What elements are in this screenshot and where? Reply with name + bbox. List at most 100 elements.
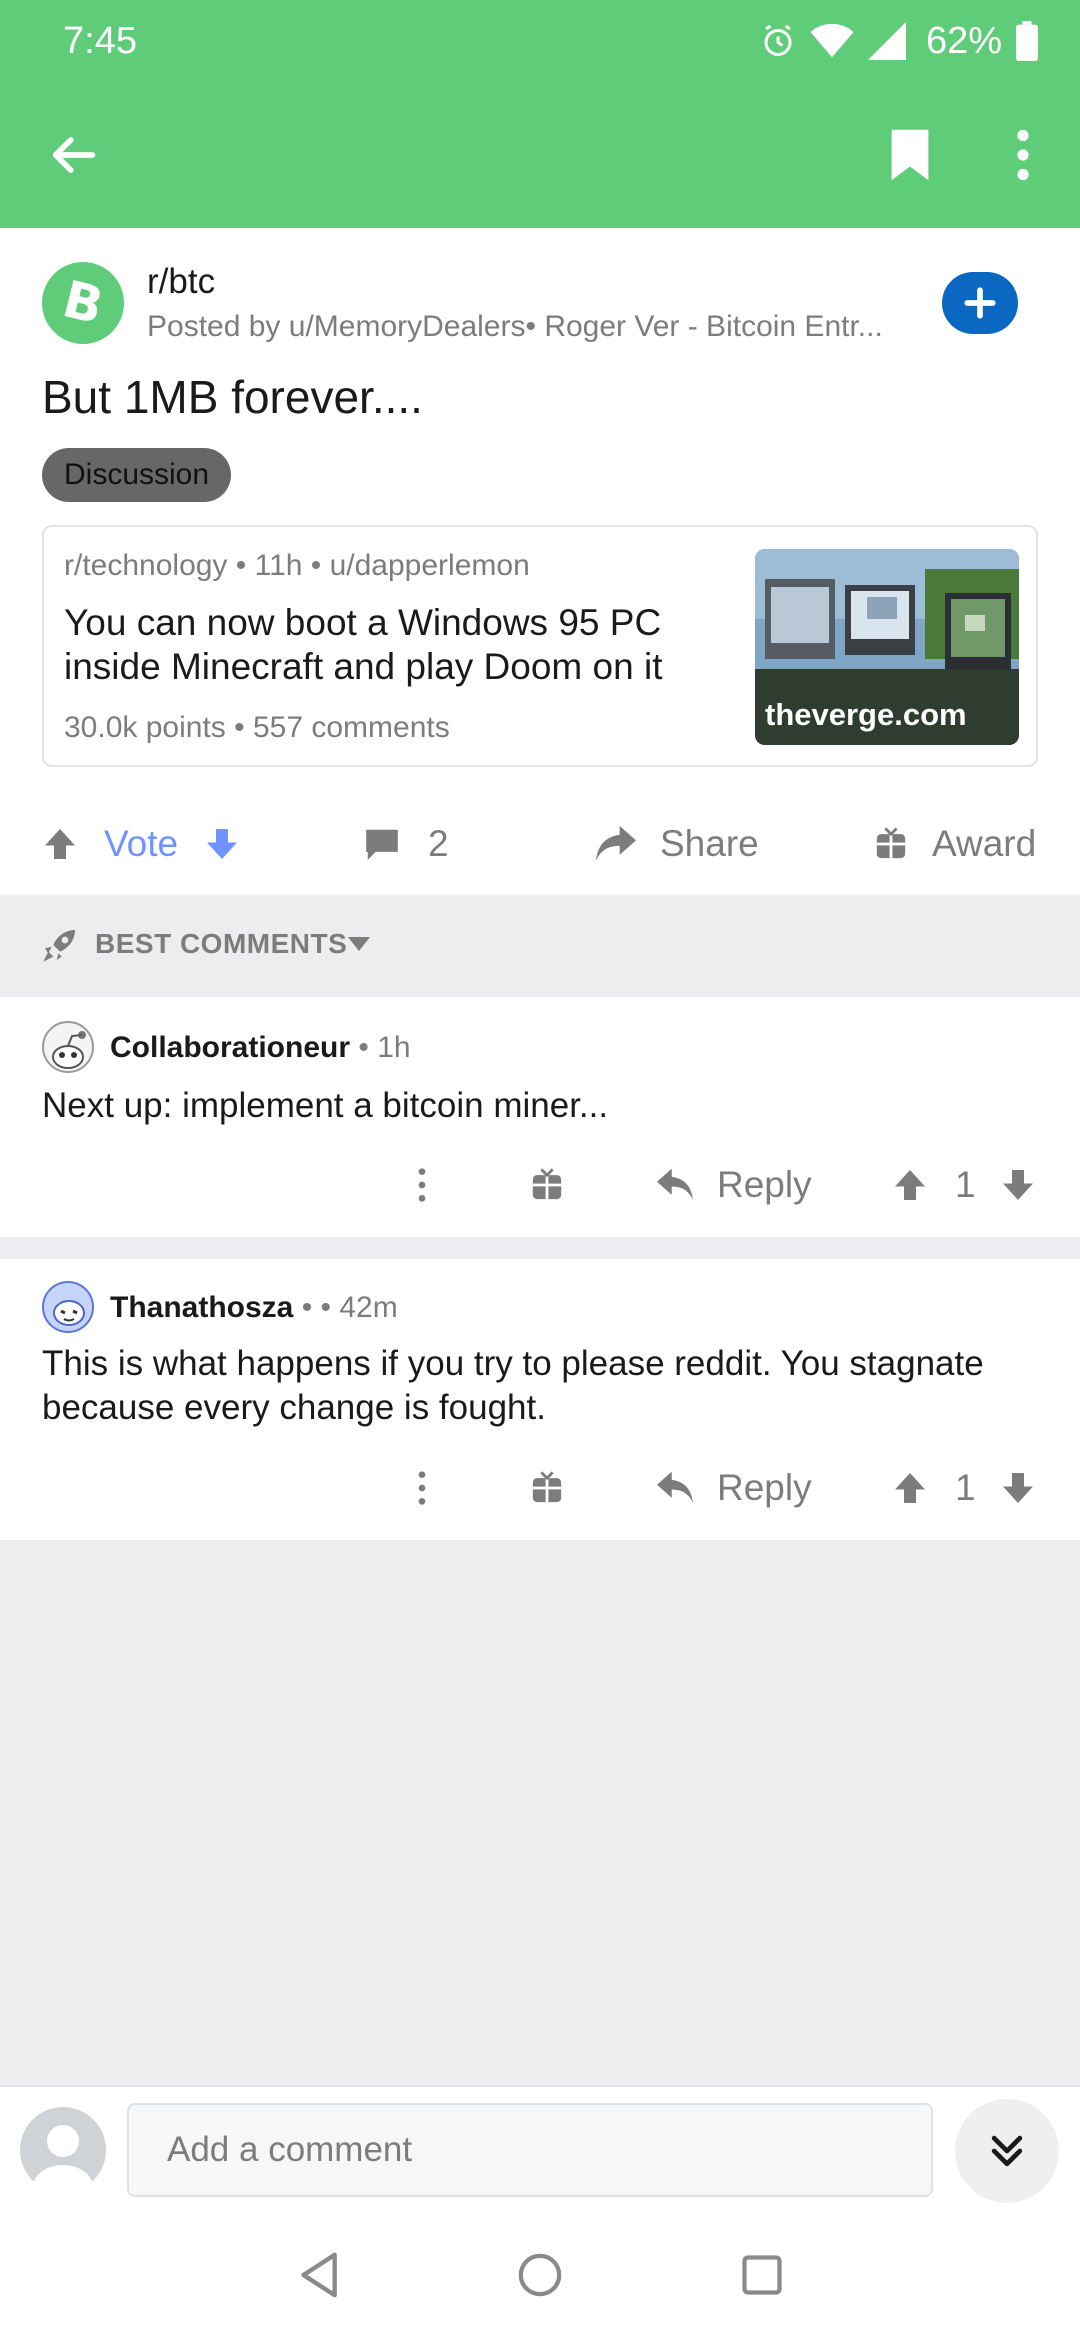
nav-home-button[interactable] xyxy=(505,2240,575,2310)
downvote-arrow-icon xyxy=(1003,1473,1033,1503)
add-comment-input[interactable] xyxy=(127,2103,933,2197)
bookmark-button[interactable] xyxy=(875,118,945,192)
crosspost-domain: theverge.com xyxy=(765,697,967,732)
comment-header: Thanathosza • • 42m xyxy=(110,1291,398,1325)
square-recents-icon xyxy=(742,2255,782,2295)
next-comment-button[interactable] xyxy=(955,2099,1059,2203)
dropdown-caret-icon xyxy=(348,937,370,951)
reply-arrow-icon xyxy=(657,1471,693,1503)
gift-icon xyxy=(876,827,906,859)
nav-back-button[interactable] xyxy=(285,2240,355,2310)
wifi-icon xyxy=(810,23,854,58)
comment-avatar[interactable] xyxy=(42,1021,94,1073)
nav-recents-button[interactable] xyxy=(727,2240,797,2310)
crosspost-title: You can now boot a Windows 95 PC inside … xyxy=(64,602,663,687)
bookmark-icon xyxy=(891,129,929,181)
comment-downvote-button[interactable] xyxy=(1000,1453,1036,1523)
cell-signal-icon xyxy=(867,22,906,60)
reply-label: Reply xyxy=(717,1467,812,1508)
comment-divider xyxy=(0,1237,1080,1259)
back-arrow-icon xyxy=(52,137,96,173)
comment-time: • 1h xyxy=(350,1031,411,1064)
comment-author[interactable]: Collaborationeur xyxy=(110,1031,350,1064)
system-navigation-bar xyxy=(0,2210,1080,2340)
comments-button[interactable]: 2 xyxy=(362,800,449,888)
comment-award-button[interactable] xyxy=(530,1453,564,1523)
crosspost-meta: r/technology • 11h • u/dapperlemon xyxy=(64,549,530,582)
vote-label: Vote xyxy=(104,823,179,864)
downvote-button[interactable] xyxy=(204,800,240,888)
comment-author[interactable]: Thanathosza xyxy=(110,1291,293,1324)
more-options-button[interactable] xyxy=(1000,118,1046,192)
default-user-icon xyxy=(33,2125,93,2193)
upvote-arrow-icon xyxy=(895,1170,925,1200)
comment-downvote-button[interactable] xyxy=(1000,1150,1036,1220)
upvote-button[interactable] xyxy=(42,800,78,888)
crosspost-stats: 30.0k points • 557 comments xyxy=(64,711,450,744)
svg-text:B: B xyxy=(57,274,109,332)
rocket-icon xyxy=(43,930,75,962)
comment-item: Thanathosza • • 42m This is what happens… xyxy=(0,1259,1080,1540)
award-label: Award xyxy=(932,823,1037,864)
subreddit-icon[interactable]: B xyxy=(42,262,124,344)
share-label: Share xyxy=(660,823,759,864)
more-vertical-icon xyxy=(418,1168,426,1202)
upvote-arrow-icon xyxy=(45,829,75,859)
circle-home-icon xyxy=(518,2253,562,2297)
downvote-arrow-icon xyxy=(207,829,237,859)
gift-icon xyxy=(532,1168,562,1200)
snoo-avatar-icon xyxy=(52,1031,86,1069)
subreddit-name[interactable]: r/btc xyxy=(147,262,215,302)
alarm-icon xyxy=(764,24,792,56)
comment-time: • • 42m xyxy=(293,1291,398,1324)
app-header: 7:45 62% xyxy=(0,0,1080,228)
share-button[interactable]: Share xyxy=(594,800,759,888)
more-vertical-icon xyxy=(418,1471,426,1505)
comment-body: Next up: implement a bitcoin miner... xyxy=(42,1086,609,1125)
snoo-avatar-icon xyxy=(53,1300,85,1326)
user-avatar[interactable] xyxy=(20,2107,106,2193)
comment-more-button[interactable] xyxy=(402,1453,442,1523)
comment-upvote-button[interactable] xyxy=(892,1453,928,1523)
comment-header: Collaborationeur • 1h xyxy=(110,1031,411,1065)
comment-reply-button[interactable]: Reply xyxy=(655,1150,812,1220)
comment-score: 1 xyxy=(955,1467,976,1508)
post-action-bar: Vote 2 Share Award xyxy=(0,800,1080,888)
sort-label: BEST COMMENTS xyxy=(95,928,348,959)
post-title: But 1MB forever.... xyxy=(42,371,423,423)
comment-count: 2 xyxy=(428,823,449,864)
comment-score: 1 xyxy=(955,1164,976,1205)
post-flair[interactable]: Discussion xyxy=(42,448,232,502)
join-subreddit-button[interactable] xyxy=(942,272,1018,334)
comment-more-button[interactable] xyxy=(402,1150,442,1220)
reply-arrow-icon xyxy=(657,1168,693,1200)
back-button[interactable] xyxy=(36,118,110,192)
post-author-line[interactable]: Posted by u/MemoryDealers• Roger Ver - B… xyxy=(147,310,927,344)
comment-item: Collaborationeur • 1h Next up: implement… xyxy=(0,997,1080,1237)
comment-upvote-button[interactable] xyxy=(892,1150,928,1220)
award-button[interactable]: Award xyxy=(874,800,1036,888)
triangle-back-icon xyxy=(301,2252,337,2298)
comment-avatar[interactable] xyxy=(42,1281,94,1333)
double-chevron-down-icon xyxy=(991,2135,1023,2167)
crosspost-thumbnail[interactable]: theverge.com xyxy=(755,549,1019,745)
status-time: 7:45 xyxy=(63,20,137,62)
comment-award-button[interactable] xyxy=(530,1150,564,1220)
battery-percent: 62% xyxy=(925,19,1002,62)
empty-comments-area xyxy=(0,1540,1080,2085)
gift-icon xyxy=(532,1471,562,1503)
comment-reply-button[interactable]: Reply xyxy=(655,1453,812,1523)
crosspost-card[interactable]: r/technology • 11h • u/dapperlemon You c… xyxy=(42,525,1038,767)
comment-body: This is what happens if you try to pleas… xyxy=(42,1344,984,1427)
comment-bubble-icon xyxy=(366,829,398,860)
comment-sort-bar[interactable]: BEST COMMENTS xyxy=(0,895,1080,997)
more-vertical-icon xyxy=(1017,129,1029,181)
battery-icon xyxy=(1016,21,1038,61)
downvote-arrow-icon xyxy=(1003,1170,1033,1200)
upvote-arrow-icon xyxy=(895,1473,925,1503)
bitcoin-logo-icon: B xyxy=(57,274,109,332)
plus-icon xyxy=(964,287,996,319)
share-arrow-icon xyxy=(596,825,636,861)
status-icons: 62% xyxy=(760,18,1038,64)
reply-label: Reply xyxy=(717,1164,812,1205)
